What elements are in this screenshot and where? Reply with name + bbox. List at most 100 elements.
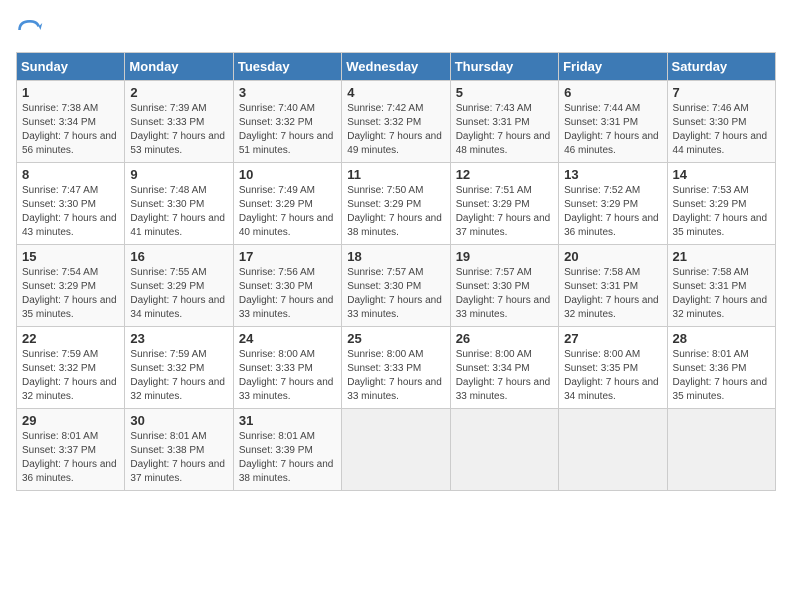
sunrise-label: Sunrise: 8:01 AM [239, 431, 315, 442]
calendar-cell [559, 409, 667, 491]
daylight-label: Daylight: 7 hours and 32 minutes. [22, 377, 117, 402]
day-info: Sunrise: 8:00 AM Sunset: 3:35 PM Dayligh… [564, 348, 661, 404]
sunrise-label: Sunrise: 7:46 AM [673, 103, 749, 114]
sunrise-label: Sunrise: 7:58 AM [564, 267, 640, 278]
sunset-label: Sunset: 3:33 PM [347, 363, 421, 374]
sunrise-label: Sunrise: 8:00 AM [456, 349, 532, 360]
day-number: 6 [564, 85, 661, 100]
day-info: Sunrise: 7:54 AM Sunset: 3:29 PM Dayligh… [22, 266, 119, 322]
day-info: Sunrise: 7:42 AM Sunset: 3:32 PM Dayligh… [347, 102, 444, 158]
day-info: Sunrise: 7:49 AM Sunset: 3:29 PM Dayligh… [239, 184, 336, 240]
sunset-label: Sunset: 3:29 PM [456, 199, 530, 210]
calendar-cell: 2 Sunrise: 7:39 AM Sunset: 3:33 PM Dayli… [125, 81, 233, 163]
day-number: 19 [456, 249, 553, 264]
calendar-cell: 9 Sunrise: 7:48 AM Sunset: 3:30 PM Dayli… [125, 163, 233, 245]
sunset-label: Sunset: 3:31 PM [564, 281, 638, 292]
logo-icon [16, 16, 44, 44]
daylight-label: Daylight: 7 hours and 46 minutes. [564, 131, 659, 156]
daylight-label: Daylight: 7 hours and 53 minutes. [130, 131, 225, 156]
day-info: Sunrise: 8:01 AM Sunset: 3:36 PM Dayligh… [673, 348, 770, 404]
daylight-label: Daylight: 7 hours and 38 minutes. [347, 213, 442, 238]
day-number: 30 [130, 413, 227, 428]
calendar-cell: 4 Sunrise: 7:42 AM Sunset: 3:32 PM Dayli… [342, 81, 450, 163]
calendar-cell [450, 409, 558, 491]
sunset-label: Sunset: 3:36 PM [673, 363, 747, 374]
logo [16, 16, 48, 44]
sunset-label: Sunset: 3:32 PM [130, 363, 204, 374]
day-number: 15 [22, 249, 119, 264]
sunrise-label: Sunrise: 7:47 AM [22, 185, 98, 196]
sunrise-label: Sunrise: 7:56 AM [239, 267, 315, 278]
day-number: 18 [347, 249, 444, 264]
sunrise-label: Sunrise: 7:52 AM [564, 185, 640, 196]
sunset-label: Sunset: 3:31 PM [564, 117, 638, 128]
day-info: Sunrise: 7:40 AM Sunset: 3:32 PM Dayligh… [239, 102, 336, 158]
calendar-cell: 31 Sunrise: 8:01 AM Sunset: 3:39 PM Dayl… [233, 409, 341, 491]
day-info: Sunrise: 7:57 AM Sunset: 3:30 PM Dayligh… [456, 266, 553, 322]
calendar-week-4: 22 Sunrise: 7:59 AM Sunset: 3:32 PM Dayl… [17, 327, 776, 409]
sunset-label: Sunset: 3:30 PM [130, 199, 204, 210]
calendar-cell: 6 Sunrise: 7:44 AM Sunset: 3:31 PM Dayli… [559, 81, 667, 163]
sunset-label: Sunset: 3:38 PM [130, 445, 204, 456]
sunrise-label: Sunrise: 7:55 AM [130, 267, 206, 278]
sunrise-label: Sunrise: 7:57 AM [347, 267, 423, 278]
calendar-cell: 19 Sunrise: 7:57 AM Sunset: 3:30 PM Dayl… [450, 245, 558, 327]
daylight-label: Daylight: 7 hours and 32 minutes. [564, 295, 659, 320]
day-number: 3 [239, 85, 336, 100]
calendar-cell: 8 Sunrise: 7:47 AM Sunset: 3:30 PM Dayli… [17, 163, 125, 245]
sunrise-label: Sunrise: 8:01 AM [130, 431, 206, 442]
daylight-label: Daylight: 7 hours and 33 minutes. [456, 295, 551, 320]
day-info: Sunrise: 7:46 AM Sunset: 3:30 PM Dayligh… [673, 102, 770, 158]
weekday-header-friday: Friday [559, 53, 667, 81]
day-number: 27 [564, 331, 661, 346]
day-number: 29 [22, 413, 119, 428]
sunrise-label: Sunrise: 8:00 AM [347, 349, 423, 360]
day-info: Sunrise: 8:00 AM Sunset: 3:34 PM Dayligh… [456, 348, 553, 404]
day-info: Sunrise: 7:50 AM Sunset: 3:29 PM Dayligh… [347, 184, 444, 240]
sunset-label: Sunset: 3:30 PM [673, 117, 747, 128]
day-info: Sunrise: 7:51 AM Sunset: 3:29 PM Dayligh… [456, 184, 553, 240]
sunset-label: Sunset: 3:37 PM [22, 445, 96, 456]
sunrise-label: Sunrise: 7:49 AM [239, 185, 315, 196]
sunrise-label: Sunrise: 7:44 AM [564, 103, 640, 114]
sunset-label: Sunset: 3:29 PM [22, 281, 96, 292]
day-number: 20 [564, 249, 661, 264]
sunrise-label: Sunrise: 7:53 AM [673, 185, 749, 196]
sunrise-label: Sunrise: 7:43 AM [456, 103, 532, 114]
sunrise-label: Sunrise: 8:01 AM [22, 431, 98, 442]
daylight-label: Daylight: 7 hours and 35 minutes. [673, 213, 768, 238]
daylight-label: Daylight: 7 hours and 32 minutes. [130, 377, 225, 402]
daylight-label: Daylight: 7 hours and 38 minutes. [239, 459, 334, 484]
calendar-cell: 16 Sunrise: 7:55 AM Sunset: 3:29 PM Dayl… [125, 245, 233, 327]
calendar-cell: 14 Sunrise: 7:53 AM Sunset: 3:29 PM Dayl… [667, 163, 775, 245]
calendar-cell: 15 Sunrise: 7:54 AM Sunset: 3:29 PM Dayl… [17, 245, 125, 327]
day-number: 17 [239, 249, 336, 264]
day-number: 31 [239, 413, 336, 428]
sunset-label: Sunset: 3:30 PM [456, 281, 530, 292]
daylight-label: Daylight: 7 hours and 34 minutes. [130, 295, 225, 320]
day-info: Sunrise: 7:59 AM Sunset: 3:32 PM Dayligh… [22, 348, 119, 404]
daylight-label: Daylight: 7 hours and 56 minutes. [22, 131, 117, 156]
sunset-label: Sunset: 3:34 PM [22, 117, 96, 128]
daylight-label: Daylight: 7 hours and 48 minutes. [456, 131, 551, 156]
day-number: 5 [456, 85, 553, 100]
calendar-cell: 27 Sunrise: 8:00 AM Sunset: 3:35 PM Dayl… [559, 327, 667, 409]
daylight-label: Daylight: 7 hours and 33 minutes. [347, 377, 442, 402]
weekday-header-saturday: Saturday [667, 53, 775, 81]
calendar-cell: 17 Sunrise: 7:56 AM Sunset: 3:30 PM Dayl… [233, 245, 341, 327]
sunrise-label: Sunrise: 7:38 AM [22, 103, 98, 114]
calendar-cell: 24 Sunrise: 8:00 AM Sunset: 3:33 PM Dayl… [233, 327, 341, 409]
day-info: Sunrise: 7:52 AM Sunset: 3:29 PM Dayligh… [564, 184, 661, 240]
sunset-label: Sunset: 3:33 PM [239, 363, 313, 374]
sunrise-label: Sunrise: 8:01 AM [673, 349, 749, 360]
day-info: Sunrise: 7:56 AM Sunset: 3:30 PM Dayligh… [239, 266, 336, 322]
day-info: Sunrise: 7:59 AM Sunset: 3:32 PM Dayligh… [130, 348, 227, 404]
sunrise-label: Sunrise: 7:48 AM [130, 185, 206, 196]
day-number: 24 [239, 331, 336, 346]
day-number: 28 [673, 331, 770, 346]
day-number: 22 [22, 331, 119, 346]
calendar-cell: 25 Sunrise: 8:00 AM Sunset: 3:33 PM Dayl… [342, 327, 450, 409]
daylight-label: Daylight: 7 hours and 35 minutes. [22, 295, 117, 320]
calendar-header: SundayMondayTuesdayWednesdayThursdayFrid… [17, 53, 776, 81]
sunset-label: Sunset: 3:32 PM [239, 117, 313, 128]
